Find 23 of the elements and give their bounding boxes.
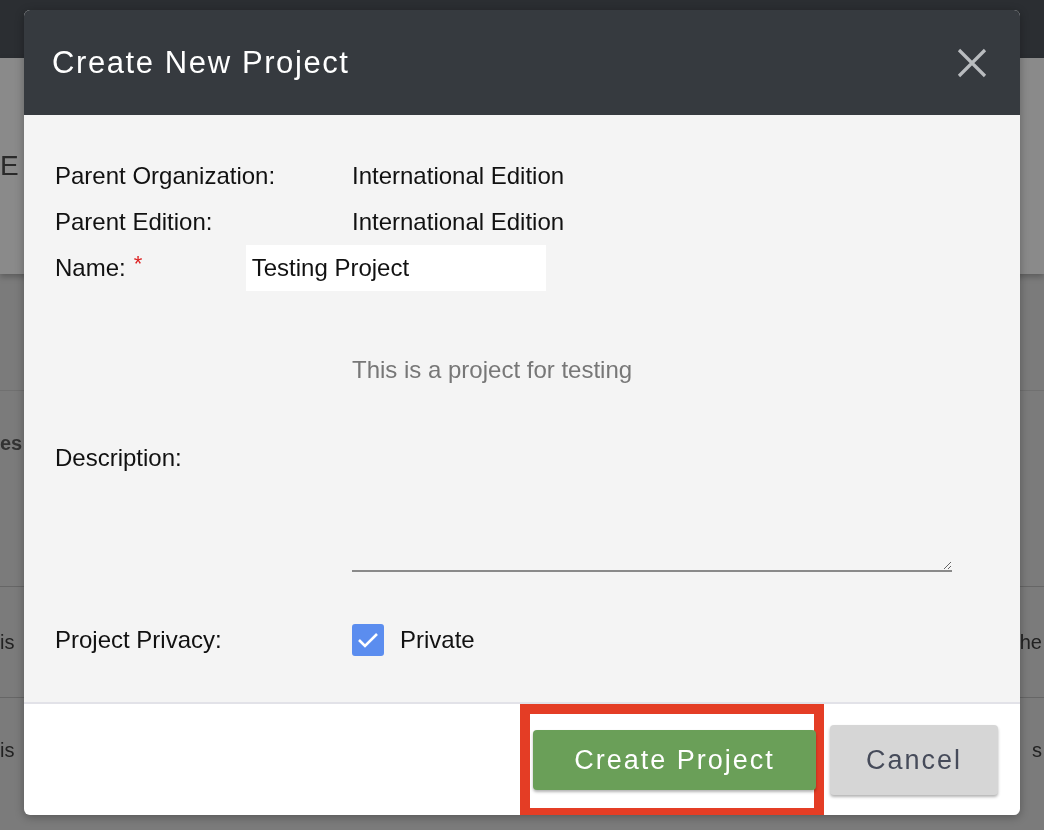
description-field[interactable]: This is a project for testing	[352, 344, 952, 572]
field-label: Parent Edition:	[55, 208, 214, 236]
checkbox[interactable]	[352, 624, 384, 656]
field-value: International Edition	[352, 208, 565, 236]
create-project-button[interactable]: Create Project	[533, 730, 816, 790]
cancel-button[interactable]: Cancel	[830, 725, 998, 795]
name-field[interactable]: Testing Project	[245, 245, 546, 291]
field-value: International Edition	[352, 162, 565, 190]
checkbox-label: Private	[400, 626, 475, 654]
page-heading: E	[0, 150, 20, 182]
field-label: Parent Organization:	[55, 162, 277, 190]
table-cell-text: is	[0, 630, 16, 654]
check-icon	[357, 631, 379, 649]
field-label: Description:	[55, 444, 183, 472]
table-cell-text: s	[1032, 739, 1043, 762]
dialog-title: Create New Project	[52, 44, 350, 81]
table-header: es	[0, 432, 22, 455]
table-cell-text: he	[1019, 630, 1043, 654]
field-label: Project Privacy:	[55, 626, 223, 654]
field-label: Name:	[55, 254, 126, 282]
close-icon[interactable]	[956, 46, 988, 79]
required-mark: *	[133, 251, 144, 277]
table-cell-text: is	[0, 739, 16, 762]
